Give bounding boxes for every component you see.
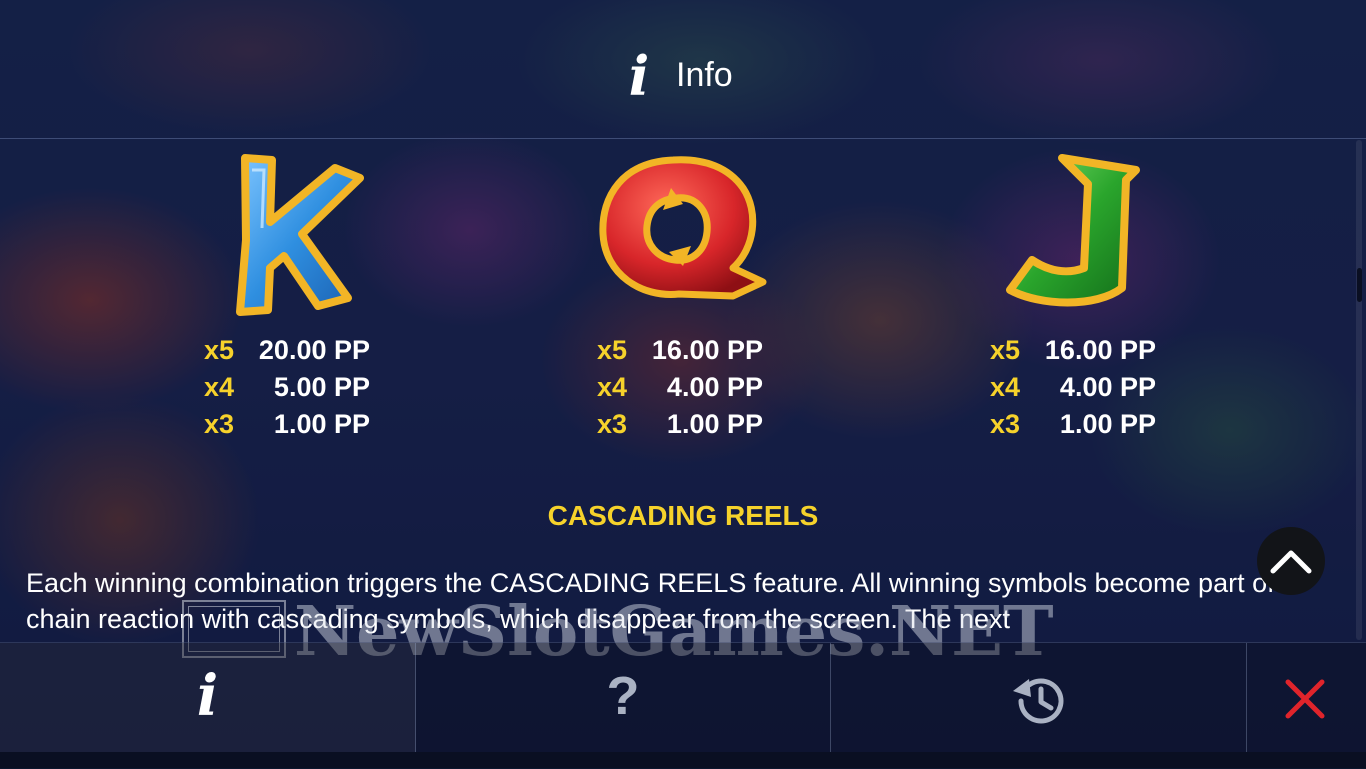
pay-row: x3 1.00 PP [563,406,823,442]
pay-value: 4.00 PP [1059,372,1156,402]
pay-value: 1.00 PP [1059,409,1156,439]
pay-multiplier: x5 [204,335,235,365]
scrollbar-thumb[interactable] [1357,268,1362,302]
feature-title: CASCADING REELS [547,500,819,531]
page-title: Info [676,56,733,94]
tab-help[interactable]: ? [416,643,831,753]
chevron-up-icon [1270,550,1312,574]
close-icon [1285,679,1325,719]
pay-row: x5 16.00 PP [563,332,823,368]
history-clock-icon [1013,678,1064,724]
pay-multiplier: x3 [990,409,1021,439]
question-mark-icon: ? [606,666,640,726]
pay-multiplier: x4 [204,372,235,402]
pay-row: x5 16.00 PP [956,332,1216,368]
pay-multiplier: x3 [204,409,235,439]
info-icon: i [628,44,650,108]
bottom-nav: i ? [0,642,1366,769]
pay-row: x3 1.00 PP [956,406,1216,442]
pay-value: 20.00 PP [258,335,370,365]
tab-history[interactable] [831,643,1247,753]
pay-row: x3 1.00 PP [170,406,430,442]
pay-row: x5 20.00 PP [170,332,430,368]
bottom-strip [0,752,1366,768]
letter-k-symbol [236,154,364,316]
letter-q-symbol [599,156,767,300]
scroll-top-button[interactable] [1257,527,1325,595]
pay-multiplier: x4 [597,372,628,402]
scrollbar[interactable] [1356,140,1362,640]
pay-value: 1.00 PP [273,409,370,439]
paytable-symbol-q: x5 16.00 PP x4 4.00 PP x3 1.00 PP [563,140,823,440]
pay-multiplier: x3 [597,409,628,439]
info-header: i Info [0,0,1366,139]
pay-value: 5.00 PP [273,372,370,402]
paytable-symbol-k: x5 20.00 PP x4 5.00 PP x3 1.00 PP [170,140,430,440]
paytable-symbol-j: x5 16.00 PP x4 4.00 PP x3 1.00 PP [956,140,1216,440]
pay-row: x4 5.00 PP [170,369,430,405]
tab-info[interactable]: i [0,643,416,753]
close-button[interactable] [1247,643,1366,753]
pay-multiplier: x5 [990,335,1021,365]
pay-multiplier: x4 [990,372,1021,402]
info-icon: i [196,663,219,729]
pay-value: 16.00 PP [651,335,763,365]
pay-value: 4.00 PP [666,372,763,402]
letter-j-symbol [1006,154,1140,307]
pay-value: 1.00 PP [666,409,763,439]
pay-row: x4 4.00 PP [956,369,1216,405]
pay-value: 16.00 PP [1044,335,1156,365]
pay-row: x4 4.00 PP [563,369,823,405]
pay-multiplier: x5 [597,335,628,365]
